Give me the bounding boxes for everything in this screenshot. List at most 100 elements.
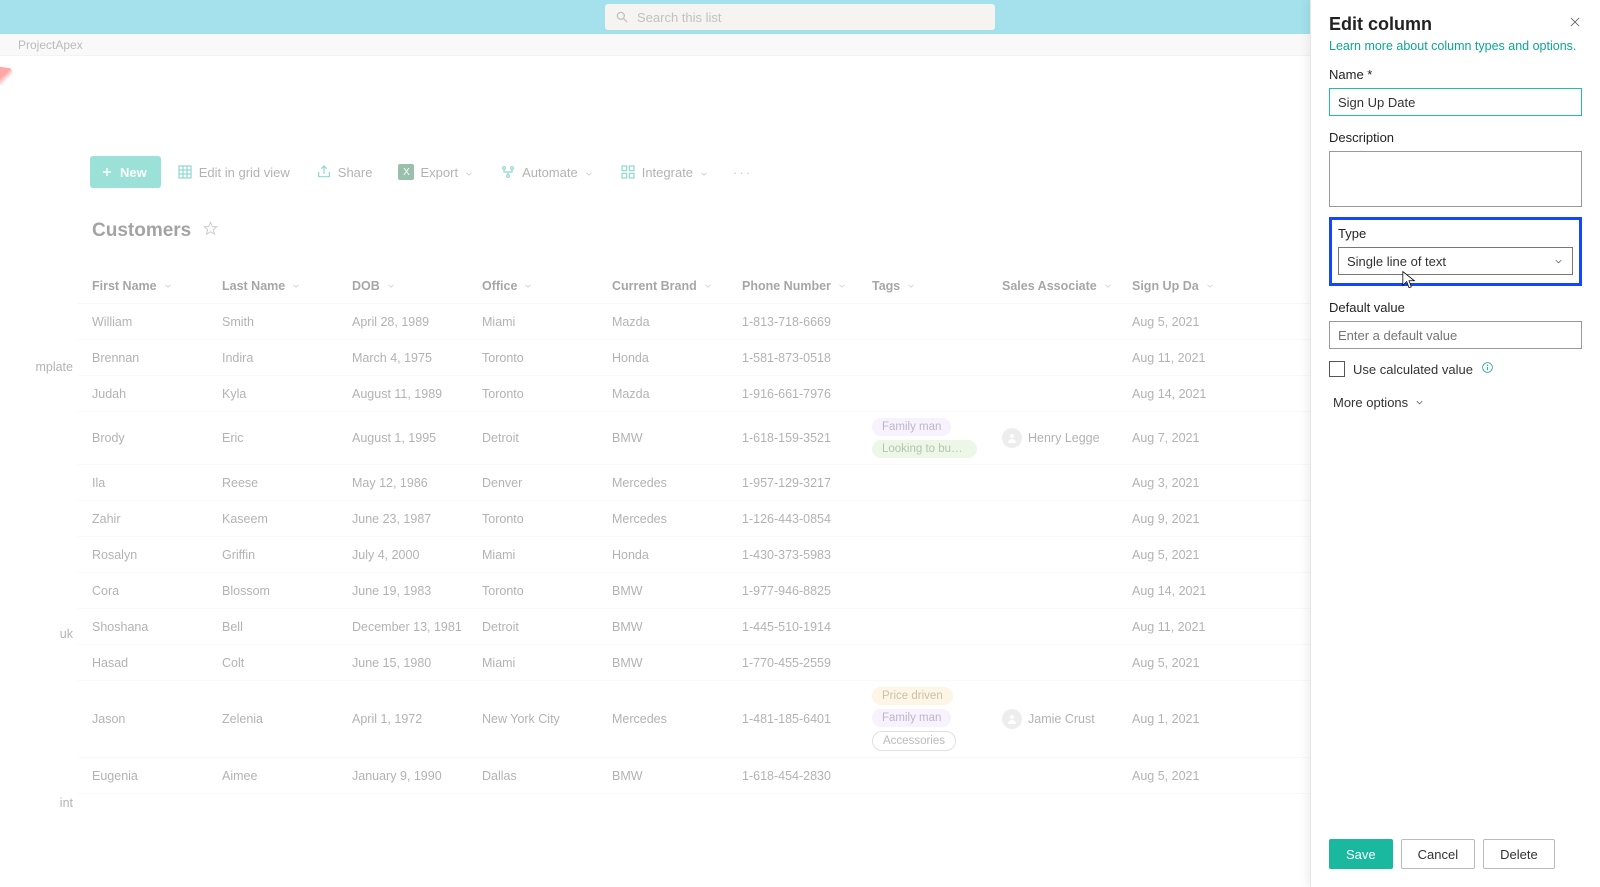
chevron-down-icon — [1205, 281, 1215, 291]
cell: Rosalyn — [92, 548, 222, 562]
column-header[interactable]: Sales Associate — [1002, 279, 1132, 293]
new-button[interactable]: New — [90, 156, 161, 188]
default-value-label: Default value — [1329, 300, 1582, 315]
cell: BMW — [612, 431, 742, 445]
cell: 1-916-661-7976 — [742, 387, 872, 401]
cell: Shoshana — [92, 620, 222, 634]
column-header[interactable]: Office — [482, 279, 612, 293]
type-field-label: Type — [1338, 226, 1573, 241]
tags-cell: Family manLooking to buy s… — [872, 418, 1002, 458]
column-header[interactable]: Tags — [872, 279, 1002, 293]
cell: 1-581-873-0518 — [742, 351, 872, 365]
sales-associate-cell: Henry Legge — [1002, 428, 1132, 448]
cell: 1-618-454-2830 — [742, 769, 872, 783]
column-header[interactable]: Current Brand — [612, 279, 742, 293]
cell: July 4, 2000 — [352, 548, 482, 562]
cell: Blossom — [222, 584, 352, 598]
cell: Toronto — [482, 584, 612, 598]
integrate-label: Integrate — [642, 165, 693, 180]
panel-footer: Save Cancel Delete — [1329, 829, 1582, 873]
cell: 1-481-185-6401 — [742, 712, 872, 726]
cell: Detroit — [482, 431, 612, 445]
column-header[interactable]: First Name — [92, 279, 222, 293]
flow-icon — [500, 164, 516, 180]
cell: June 19, 1983 — [352, 584, 482, 598]
cell: BMW — [612, 656, 742, 670]
search-input[interactable] — [637, 10, 985, 25]
leftnav-int: int — [0, 796, 75, 810]
column-header[interactable]: Sign Up Da — [1132, 279, 1252, 293]
column-header[interactable]: DOB — [352, 279, 482, 293]
close-icon[interactable] — [1568, 15, 1582, 34]
chevron-down-icon — [584, 167, 594, 177]
cell: April 1, 1972 — [352, 712, 482, 726]
cell: Toronto — [482, 512, 612, 526]
cell: Jason — [92, 712, 222, 726]
chevron-down-icon — [837, 281, 847, 291]
tags-cell: Price drivenFamily manAccessories — [872, 687, 1002, 751]
column-header-label: Sign Up Da — [1132, 279, 1199, 293]
cell: Cora — [92, 584, 222, 598]
column-header-label: Office — [482, 279, 517, 293]
delete-button[interactable]: Delete — [1483, 839, 1555, 869]
default-value-field[interactable] — [1329, 321, 1582, 349]
signup-cell: Aug 5, 2021 — [1132, 769, 1252, 783]
cell: New York City — [482, 712, 612, 726]
column-header-label: First Name — [92, 279, 157, 293]
cell: Mercedes — [612, 476, 742, 490]
cell: Hasad — [92, 656, 222, 670]
page-title: Customers — [92, 220, 191, 242]
cell: August 11, 1989 — [352, 387, 482, 401]
cell: April 28, 1989 — [352, 315, 482, 329]
description-field-label: Description — [1329, 130, 1582, 145]
cell: 1-813-718-6669 — [742, 315, 872, 329]
signup-cell: Aug 3, 2021 — [1132, 476, 1252, 490]
column-header[interactable]: Last Name — [222, 279, 352, 293]
more-commands[interactable]: ··· — [725, 165, 760, 180]
more-options-toggle[interactable]: More options — [1329, 395, 1582, 410]
chevron-down-icon — [699, 167, 709, 177]
column-header[interactable]: Phone Number — [742, 279, 872, 293]
cell: Miami — [482, 315, 612, 329]
learn-more-link[interactable]: Learn more about column types and option… — [1329, 39, 1582, 53]
name-field[interactable] — [1329, 88, 1582, 116]
cancel-button[interactable]: Cancel — [1401, 839, 1475, 869]
share-button[interactable]: Share — [306, 156, 383, 188]
share-icon — [316, 164, 332, 180]
tag-pill: Accessories — [872, 731, 956, 751]
cell: Dallas — [482, 769, 612, 783]
chevron-down-icon — [163, 281, 173, 291]
calculated-checkbox[interactable] — [1329, 361, 1345, 377]
cell: Miami — [482, 656, 612, 670]
cell: Toronto — [482, 351, 612, 365]
cell: Detroit — [482, 620, 612, 634]
name-field-label: Name — [1329, 67, 1582, 82]
tag-pill: Looking to buy s… — [872, 440, 977, 458]
plus-icon — [100, 165, 114, 179]
integrate-button[interactable]: Integrate — [610, 156, 719, 188]
search-box[interactable] — [605, 4, 995, 30]
type-highlight-box: Type Single line of text — [1329, 217, 1582, 286]
favorite-star-icon[interactable] — [203, 221, 218, 241]
signup-cell: Aug 11, 2021 — [1132, 620, 1252, 634]
cell: Miami — [482, 548, 612, 562]
automate-button[interactable]: Automate — [490, 156, 604, 188]
cell: January 9, 1990 — [352, 769, 482, 783]
cell: 1-126-443-0854 — [742, 512, 872, 526]
cell: Mazda — [612, 315, 742, 329]
description-field[interactable] — [1329, 151, 1582, 207]
save-button[interactable]: Save — [1329, 839, 1393, 869]
cell: Brody — [92, 431, 222, 445]
edit-grid-button[interactable]: Edit in grid view — [167, 156, 300, 188]
cell: Kaseem — [222, 512, 352, 526]
breadcrumb-site[interactable]: ProjectApex — [18, 38, 83, 52]
cell: 1-445-510-1914 — [742, 620, 872, 634]
export-label: Export — [420, 165, 458, 180]
type-select[interactable]: Single line of text — [1338, 247, 1573, 275]
cell: December 13, 1981 — [352, 620, 482, 634]
automate-label: Automate — [522, 165, 578, 180]
export-button[interactable]: X Export — [388, 156, 484, 188]
cell: 1-430-373-5983 — [742, 548, 872, 562]
more-options-label: More options — [1333, 395, 1408, 410]
info-icon[interactable] — [1481, 361, 1494, 377]
